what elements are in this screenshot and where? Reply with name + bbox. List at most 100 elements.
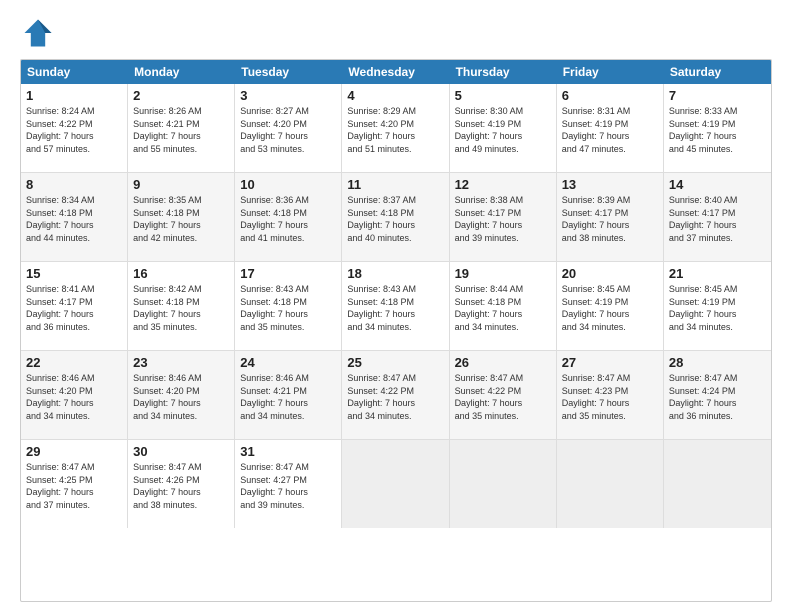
- calendar-header-cell: Thursday: [450, 60, 557, 84]
- day-info: Sunrise: 8:45 AM Sunset: 4:19 PM Dayligh…: [669, 283, 766, 333]
- day-info: Sunrise: 8:30 AM Sunset: 4:19 PM Dayligh…: [455, 105, 551, 155]
- day-info: Sunrise: 8:41 AM Sunset: 4:17 PM Dayligh…: [26, 283, 122, 333]
- day-number: 9: [133, 177, 229, 192]
- day-info: Sunrise: 8:35 AM Sunset: 4:18 PM Dayligh…: [133, 194, 229, 244]
- calendar-cell: 9 Sunrise: 8:35 AM Sunset: 4:18 PM Daylig…: [128, 173, 235, 261]
- calendar-row: 1Sunrise: 8:24 AM Sunset: 4:22 PM Daylig…: [21, 84, 771, 173]
- day-number: 10: [240, 177, 336, 192]
- calendar-cell: 30 Sunrise: 8:47 AM Sunset: 4:26 PM Dayli…: [128, 440, 235, 528]
- day-info: Sunrise: 8:33 AM Sunset: 4:19 PM Dayligh…: [669, 105, 766, 155]
- day-number: 7: [669, 88, 766, 103]
- day-number: 28: [669, 355, 766, 370]
- day-info: Sunrise: 8:40 AM Sunset: 4:17 PM Dayligh…: [669, 194, 766, 244]
- day-number: 12: [455, 177, 551, 192]
- calendar-cell: 18 Sunrise: 8:43 AM Sunset: 4:18 PM Dayli…: [342, 262, 449, 350]
- calendar-cell: 29 Sunrise: 8:47 AM Sunset: 4:25 PM Dayli…: [21, 440, 128, 528]
- day-number: 6: [562, 88, 658, 103]
- day-number: 30: [133, 444, 229, 459]
- day-info: Sunrise: 8:46 AM Sunset: 4:21 PM Dayligh…: [240, 372, 336, 422]
- page: SundayMondayTuesdayWednesdayThursdayFrid…: [0, 0, 792, 612]
- day-number: 17: [240, 266, 336, 281]
- calendar-cell: [557, 440, 664, 528]
- calendar-cell: 5 Sunrise: 8:30 AM Sunset: 4:19 PM Daylig…: [450, 84, 557, 172]
- calendar-cell: 12 Sunrise: 8:38 AM Sunset: 4:17 PM Dayli…: [450, 173, 557, 261]
- calendar-header-cell: Friday: [557, 60, 664, 84]
- day-info: Sunrise: 8:47 AM Sunset: 4:25 PM Dayligh…: [26, 461, 122, 511]
- calendar-cell: [664, 440, 771, 528]
- calendar-header-cell: Saturday: [664, 60, 771, 84]
- day-info: Sunrise: 8:47 AM Sunset: 4:23 PM Dayligh…: [562, 372, 658, 422]
- calendar-cell: 10 Sunrise: 8:36 AM Sunset: 4:18 PM Dayli…: [235, 173, 342, 261]
- day-number: 25: [347, 355, 443, 370]
- day-number: 24: [240, 355, 336, 370]
- calendar-cell: [342, 440, 449, 528]
- calendar-cell: 16Sunrise: 8:42 AM Sunset: 4:18 PM Dayli…: [128, 262, 235, 350]
- day-number: 2: [133, 88, 229, 103]
- day-info: Sunrise: 8:31 AM Sunset: 4:19 PM Dayligh…: [562, 105, 658, 155]
- calendar-cell: 6 Sunrise: 8:31 AM Sunset: 4:19 PM Daylig…: [557, 84, 664, 172]
- day-number: 27: [562, 355, 658, 370]
- calendar-cell: 23Sunrise: 8:46 AM Sunset: 4:20 PM Dayli…: [128, 351, 235, 439]
- day-info: Sunrise: 8:34 AM Sunset: 4:18 PM Dayligh…: [26, 194, 122, 244]
- calendar-cell: 25 Sunrise: 8:47 AM Sunset: 4:22 PM Dayli…: [342, 351, 449, 439]
- day-number: 8: [26, 177, 122, 192]
- day-number: 5: [455, 88, 551, 103]
- calendar-row: 29 Sunrise: 8:47 AM Sunset: 4:25 PM Dayli…: [21, 440, 771, 528]
- day-number: 31: [240, 444, 336, 459]
- day-number: 22: [26, 355, 122, 370]
- day-number: 29: [26, 444, 122, 459]
- day-number: 21: [669, 266, 766, 281]
- calendar-cell: 27 Sunrise: 8:47 AM Sunset: 4:23 PM Dayli…: [557, 351, 664, 439]
- day-info: Sunrise: 8:27 AM Sunset: 4:20 PM Dayligh…: [240, 105, 336, 155]
- day-info: Sunrise: 8:44 AM Sunset: 4:18 PM Dayligh…: [455, 283, 551, 333]
- calendar-header-cell: Monday: [128, 60, 235, 84]
- calendar-header-cell: Wednesday: [342, 60, 449, 84]
- calendar-cell: 4Sunrise: 8:29 AM Sunset: 4:20 PM Daylig…: [342, 84, 449, 172]
- calendar-cell: 24 Sunrise: 8:46 AM Sunset: 4:21 PM Dayli…: [235, 351, 342, 439]
- calendar-cell: 3 Sunrise: 8:27 AM Sunset: 4:20 PM Daylig…: [235, 84, 342, 172]
- calendar-header-cell: Tuesday: [235, 60, 342, 84]
- day-info: Sunrise: 8:47 AM Sunset: 4:26 PM Dayligh…: [133, 461, 229, 511]
- calendar-cell: 8 Sunrise: 8:34 AM Sunset: 4:18 PM Daylig…: [21, 173, 128, 261]
- calendar-cell: 7 Sunrise: 8:33 AM Sunset: 4:19 PM Daylig…: [664, 84, 771, 172]
- day-info: Sunrise: 8:26 AM Sunset: 4:21 PM Dayligh…: [133, 105, 229, 155]
- logo: [20, 15, 60, 51]
- header: [20, 15, 772, 51]
- calendar-header-cell: Sunday: [21, 60, 128, 84]
- day-info: Sunrise: 8:39 AM Sunset: 4:17 PM Dayligh…: [562, 194, 658, 244]
- day-info: Sunrise: 8:43 AM Sunset: 4:18 PM Dayligh…: [240, 283, 336, 333]
- day-number: 20: [562, 266, 658, 281]
- day-number: 26: [455, 355, 551, 370]
- calendar-cell: 26 Sunrise: 8:47 AM Sunset: 4:22 PM Dayli…: [450, 351, 557, 439]
- logo-icon: [20, 15, 56, 51]
- day-info: Sunrise: 8:47 AM Sunset: 4:22 PM Dayligh…: [455, 372, 551, 422]
- calendar-cell: 13Sunrise: 8:39 AM Sunset: 4:17 PM Dayli…: [557, 173, 664, 261]
- calendar-cell: 15 Sunrise: 8:41 AM Sunset: 4:17 PM Dayli…: [21, 262, 128, 350]
- calendar-cell: 20 Sunrise: 8:45 AM Sunset: 4:19 PM Dayli…: [557, 262, 664, 350]
- calendar-cell: 31 Sunrise: 8:47 AM Sunset: 4:27 PM Dayli…: [235, 440, 342, 528]
- day-info: Sunrise: 8:47 AM Sunset: 4:27 PM Dayligh…: [240, 461, 336, 511]
- calendar-cell: 2 Sunrise: 8:26 AM Sunset: 4:21 PM Daylig…: [128, 84, 235, 172]
- calendar-cell: 14 Sunrise: 8:40 AM Sunset: 4:17 PM Dayli…: [664, 173, 771, 261]
- calendar-header: SundayMondayTuesdayWednesdayThursdayFrid…: [21, 60, 771, 84]
- calendar-cell: 21 Sunrise: 8:45 AM Sunset: 4:19 PM Dayli…: [664, 262, 771, 350]
- day-info: Sunrise: 8:45 AM Sunset: 4:19 PM Dayligh…: [562, 283, 658, 333]
- day-info: Sunrise: 8:37 AM Sunset: 4:18 PM Dayligh…: [347, 194, 443, 244]
- day-info: Sunrise: 8:46 AM Sunset: 4:20 PM Dayligh…: [133, 372, 229, 422]
- day-number: 16: [133, 266, 229, 281]
- calendar-body: 1Sunrise: 8:24 AM Sunset: 4:22 PM Daylig…: [21, 84, 771, 528]
- day-number: 3: [240, 88, 336, 103]
- day-number: 18: [347, 266, 443, 281]
- calendar-row: 22 Sunrise: 8:46 AM Sunset: 4:20 PM Dayli…: [21, 351, 771, 440]
- day-info: Sunrise: 8:47 AM Sunset: 4:22 PM Dayligh…: [347, 372, 443, 422]
- day-info: Sunrise: 8:36 AM Sunset: 4:18 PM Dayligh…: [240, 194, 336, 244]
- day-number: 19: [455, 266, 551, 281]
- day-number: 15: [26, 266, 122, 281]
- calendar-row: 8 Sunrise: 8:34 AM Sunset: 4:18 PM Daylig…: [21, 173, 771, 262]
- day-number: 14: [669, 177, 766, 192]
- calendar-cell: 17 Sunrise: 8:43 AM Sunset: 4:18 PM Dayli…: [235, 262, 342, 350]
- day-info: Sunrise: 8:38 AM Sunset: 4:17 PM Dayligh…: [455, 194, 551, 244]
- day-info: Sunrise: 8:43 AM Sunset: 4:18 PM Dayligh…: [347, 283, 443, 333]
- calendar-cell: 11Sunrise: 8:37 AM Sunset: 4:18 PM Dayli…: [342, 173, 449, 261]
- day-info: Sunrise: 8:29 AM Sunset: 4:20 PM Dayligh…: [347, 105, 443, 155]
